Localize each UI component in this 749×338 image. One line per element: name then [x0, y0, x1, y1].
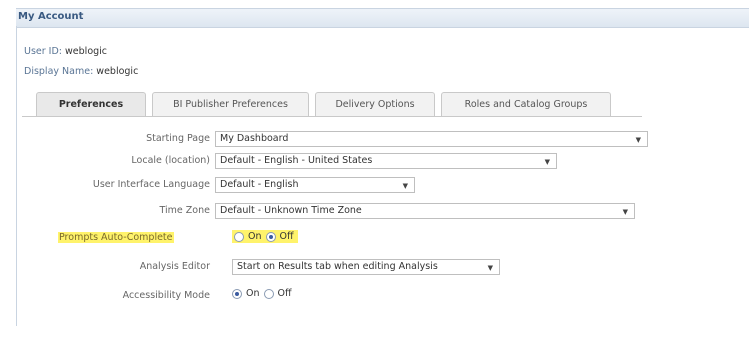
chevron-down-icon: ▼ — [487, 264, 493, 272]
display-name-label: Display Name: — [24, 66, 94, 77]
time-zone-label: Time Zone — [159, 205, 210, 216]
locale-label: Locale (location) — [131, 155, 210, 166]
accessibility-mode-label: Accessibility Mode — [122, 290, 210, 301]
chevron-down-icon: ▼ — [622, 208, 628, 216]
time-zone-value: Default - Unknown Time Zone — [220, 205, 362, 216]
starting-page-select[interactable]: My Dashboard ▼ — [215, 131, 648, 147]
tab-roles-and-catalog-groups[interactable]: Roles and Catalog Groups — [441, 92, 611, 116]
accessibility-off-label: Off — [277, 288, 292, 299]
prompts-on-radio[interactable] — [234, 231, 244, 242]
window-title: My Account — [18, 11, 84, 22]
ui-language-label: User Interface Language — [92, 179, 210, 190]
starting-page-label: Starting Page — [146, 133, 210, 144]
prompts-auto-complete-label: Prompts Auto-Complete — [58, 232, 174, 243]
user-id-label: User ID: — [24, 46, 62, 57]
locale-value: Default - English - United States — [220, 155, 373, 166]
analysis-editor-label: Analysis Editor — [139, 261, 210, 272]
time-zone-select[interactable]: Default - Unknown Time Zone ▼ — [215, 203, 635, 219]
accessibility-mode-group: On Off — [232, 288, 292, 299]
tab-divider — [22, 116, 642, 117]
tab-preferences[interactable]: Preferences — [36, 92, 146, 116]
prompts-off-radio[interactable] — [265, 231, 276, 242]
user-id-value: weblogic — [65, 46, 108, 57]
prompts-on-label: On — [248, 231, 262, 242]
prompts-off-label: Off — [279, 231, 294, 242]
analysis-editor-select[interactable]: Start on Results tab when editing Analys… — [232, 259, 500, 275]
user-id-row: User ID: weblogic — [24, 46, 107, 57]
tab-delivery-options[interactable]: Delivery Options — [315, 92, 435, 116]
display-name-row: Display Name: weblogic — [24, 66, 138, 77]
tab-bi-publisher-preferences[interactable]: BI Publisher Preferences — [152, 92, 309, 116]
chevron-down-icon: ▼ — [402, 182, 408, 190]
locale-select[interactable]: Default - English - United States ▼ — [215, 153, 557, 169]
panel-border — [16, 26, 17, 326]
chevron-down-icon: ▼ — [544, 158, 550, 166]
chevron-down-icon: ▼ — [635, 136, 641, 144]
window-titlebar: My Account — [16, 8, 749, 28]
prompts-auto-complete-group: On Off — [232, 230, 298, 243]
ui-language-select[interactable]: Default - English ▼ — [215, 177, 415, 193]
accessibility-on-label: On — [246, 288, 260, 299]
analysis-editor-value: Start on Results tab when editing Analys… — [237, 261, 438, 272]
accessibility-on-radio[interactable] — [232, 288, 242, 299]
starting-page-value: My Dashboard — [220, 133, 289, 144]
ui-language-value: Default - English — [220, 179, 299, 190]
accessibility-off-radio[interactable] — [263, 288, 274, 299]
display-name-value: weblogic — [96, 66, 139, 77]
